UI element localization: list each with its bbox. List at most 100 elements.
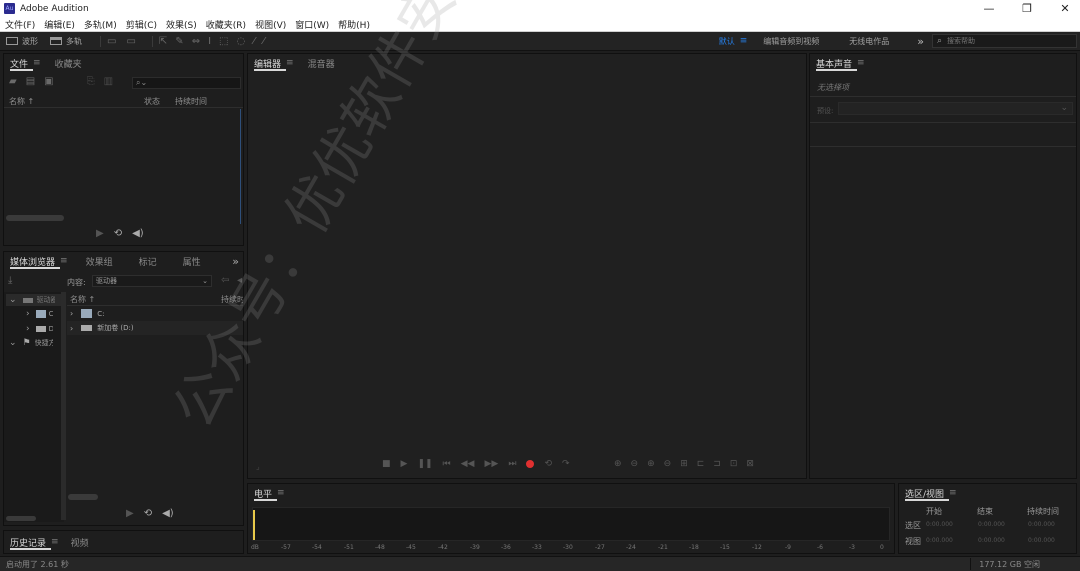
pause-icon[interactable]: ❚❚ [417,459,432,469]
autoplay-icon[interactable]: ◀) [132,228,144,239]
razor-tool-icon[interactable]: ✎ [175,36,183,47]
delete-icon[interactable]: ▥ [104,76,113,87]
spot-heal-icon[interactable]: ⁄ [263,36,265,47]
tab-selection-view[interactable]: 选区/视图 ≡ [905,484,957,502]
more-workspaces-icon[interactable]: » [917,35,924,48]
list-item[interactable]: › C: [70,309,104,318]
loop-icon[interactable]: ⟲ [544,459,552,469]
loop-icon[interactable]: ⟲ [114,228,122,239]
tab-levels[interactable]: 电平 ≡ [254,484,285,502]
restore-button[interactable]: ❐ [1012,2,1042,15]
tab-favorites[interactable]: 收藏夹 [55,54,82,72]
nav-forward-icon[interactable]: ◂ [237,275,242,286]
tab-effects-rack[interactable]: 效果组 [86,252,113,270]
pitch-icon[interactable]: ▭ [126,36,135,47]
zoom-in-amplitude-icon[interactable]: ⊕ [614,459,622,469]
slip-tool-icon[interactable]: ⇔ [192,36,200,47]
tab-essential-sound[interactable]: 基本声音 ≡ [816,54,865,72]
tab-history[interactable]: 历史记录 ≡ [10,533,59,551]
list-item[interactable]: › 新加卷 (D:) [70,323,134,333]
import-icon[interactable]: ▤ [26,76,35,87]
selection-end[interactable]: 0:00.000 [978,521,1005,528]
play-icon[interactable]: ▶ [126,508,134,519]
lasso-icon[interactable]: ◌ [236,36,245,47]
zoom-out-time-icon[interactable]: ⊖ [664,459,672,469]
column-name[interactable]: 名称 ↑ [70,294,95,305]
view-duration[interactable]: 0:00.000 [1028,537,1055,544]
selection-start[interactable]: 0:00.000 [926,521,953,528]
workspace-radio[interactable]: 无线电作品 [849,36,889,47]
help-search-box[interactable]: ⌕ 搜索帮助 [932,34,1077,48]
zoom-in-time-icon[interactable]: ⊕ [647,459,655,469]
skip-icon[interactable]: ↷ [562,459,570,469]
view-end[interactable]: 0:00.000 [978,537,1005,544]
download-icon[interactable]: ⤓ [8,275,12,286]
column-name[interactable]: 名称 ↑ [9,96,34,107]
menu-help[interactable]: 帮助(H) [338,18,370,31]
column-duration[interactable]: 持续时 [221,294,243,305]
brush-icon[interactable]: ⁄ [253,36,255,47]
zoom-in-right-icon[interactable]: ⊐ [713,459,721,469]
workspace-default[interactable]: 默认 [719,36,735,47]
tab-files[interactable]: 文件 ≡ [10,54,41,72]
tree-splitter[interactable] [61,292,66,520]
menu-favorites[interactable]: 收藏夹(R) [206,18,246,31]
content-select[interactable]: 驱动器 ⌄ [92,275,212,287]
loop-icon[interactable]: ⟲ [144,508,152,519]
spectral-icon[interactable]: ▭ [107,36,116,47]
multitrack-button[interactable]: 多轨 [50,36,82,47]
waveform-button[interactable]: 波形 [6,36,38,47]
tab-markers[interactable]: 标记 [139,252,157,270]
menu-window[interactable]: 窗口(W) [295,18,329,31]
panel-more-icon[interactable]: » [232,255,239,268]
tab-media-browser[interactable]: 媒体浏览器 ≡ [10,252,68,270]
time-select-icon[interactable]: I [208,36,211,47]
menu-effects[interactable]: 效果(S) [166,18,197,31]
media-list-scrollbar[interactable] [68,494,98,500]
marquee-icon[interactable]: ⬚ [219,36,228,47]
files-scrollbar[interactable] [6,215,64,221]
selection-duration[interactable]: 0:00.000 [1028,521,1055,528]
zoom-fit-icon[interactable]: ⊠ [746,459,754,469]
tab-video[interactable]: 视频 [71,533,89,551]
zoom-in-left-icon[interactable]: ⊏ [697,459,705,469]
files-search[interactable]: ⌕⌄ [132,77,241,89]
zoom-out-amplitude-icon[interactable]: ⊖ [631,459,639,469]
view-start[interactable]: 0:00.000 [926,537,953,544]
play-icon[interactable]: ▶ [96,228,104,239]
tab-editor[interactable]: 编辑器 ≡ [254,54,294,72]
zoom-full-icon[interactable]: ⊞ [680,459,688,469]
close-button[interactable]: ✕ [1050,2,1080,15]
tree-shortcuts[interactable]: ⌄⚑快捷方式 [9,338,53,348]
workspace-menu-icon[interactable]: ≡ [740,36,748,46]
zoom-selection-icon[interactable]: ⊡ [730,459,738,469]
tab-mixer[interactable]: 混音器 [308,54,335,72]
menu-view[interactable]: 视图(V) [255,18,286,31]
fast-forward-icon[interactable]: ▶▶ [484,459,498,469]
to-start-icon[interactable]: ⏮ [443,459,451,469]
tree-drive-d[interactable]: ›D: [26,324,53,334]
minimize-button[interactable]: — [974,2,1004,15]
new-file-icon[interactable]: ▣ [44,76,53,87]
autoplay-icon[interactable]: ◀) [162,508,174,519]
record-icon[interactable] [526,460,535,468]
column-duration[interactable]: 持续时间 [175,96,207,107]
nav-back-icon[interactable]: ⇦ [221,275,229,286]
stop-icon[interactable]: ■ [382,459,391,469]
tree-drives[interactable]: ⌄ 驱动器 [9,295,55,305]
tab-properties[interactable]: 属性 [183,252,201,270]
menu-clip[interactable]: 剪辑(C) [126,18,157,31]
menu-edit[interactable]: 编辑(E) [44,18,75,31]
open-folder-icon[interactable]: ▰ [9,76,17,87]
tree-scrollbar[interactable] [6,516,36,521]
tree-drive-c[interactable]: ›C: [26,309,53,319]
insert-icon[interactable]: ⎘ [87,76,95,87]
column-status[interactable]: 状态 [144,96,160,107]
preset-select[interactable]: ⌄ [838,102,1073,115]
workspace-edit-video[interactable]: 编辑音频到视频 [763,36,819,47]
play-icon[interactable]: ▶ [401,459,408,469]
to-end-icon[interactable]: ⏭ [508,459,516,469]
move-tool-icon[interactable]: ⇱ [159,36,167,47]
menu-file[interactable]: 文件(F) [5,18,35,31]
rewind-icon[interactable]: ◀◀ [461,459,475,469]
